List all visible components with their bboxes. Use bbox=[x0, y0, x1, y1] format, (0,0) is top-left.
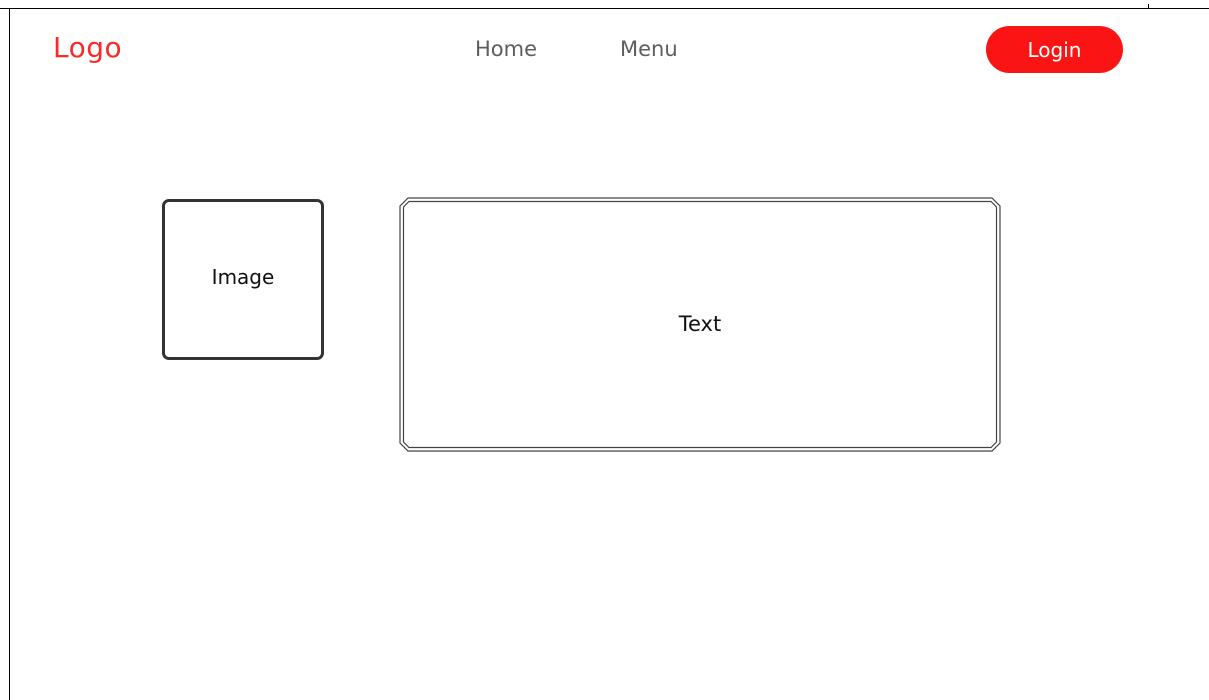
login-button-label: Login bbox=[1027, 37, 1082, 62]
wireframe-page: Logo Home Menu Login Image Text bbox=[0, 0, 1209, 700]
image-placeholder: Image bbox=[162, 199, 324, 360]
frame-left-border bbox=[9, 8, 10, 700]
frame-notch bbox=[1148, 4, 1149, 9]
text-placeholder-label: Text bbox=[678, 311, 722, 336]
frame-top-border bbox=[0, 8, 1209, 9]
image-placeholder-label: Image bbox=[211, 264, 275, 289]
nav-link-menu[interactable]: Menu bbox=[620, 36, 678, 62]
text-placeholder: Text bbox=[399, 197, 1001, 452]
login-button[interactable]: Login bbox=[986, 26, 1123, 73]
nav-link-home[interactable]: Home bbox=[475, 36, 537, 62]
site-logo[interactable]: Logo bbox=[53, 30, 122, 66]
